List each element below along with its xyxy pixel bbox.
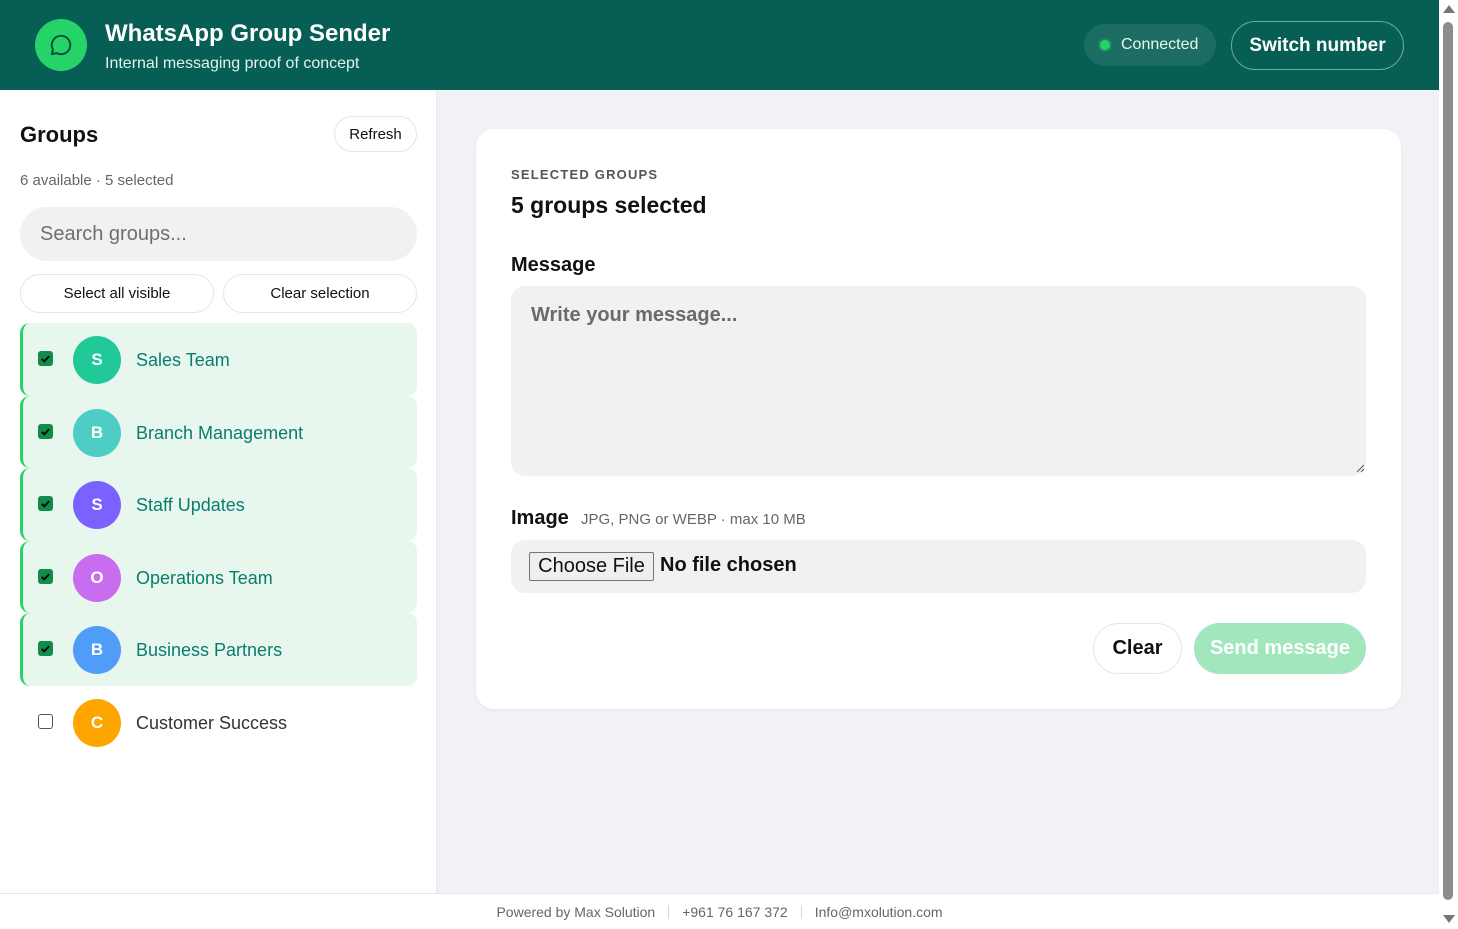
group-item[interactable]: S Sales Team [20,323,417,396]
app-title: WhatsApp Group Sender [105,20,391,47]
switch-number-button[interactable]: Switch number [1231,21,1404,70]
group-avatar: O [73,553,121,602]
groups-title: Groups [20,122,99,147]
page-scrollbar[interactable] [1439,0,1458,929]
group-avatar: B [73,626,121,674]
app-subtitle: Internal messaging proof of concept [105,55,360,72]
groups-sidebar: Groups Refresh 6 available · 5 selected … [0,90,437,893]
group-item[interactable]: B Business Partners [20,613,417,686]
resize-handle-icon[interactable] [1355,463,1365,473]
send-message-button[interactable]: Send message [1194,623,1366,674]
message-textarea[interactable] [511,286,1366,476]
clear-selection-button[interactable]: Clear selection [223,274,417,313]
group-checkbox[interactable] [38,641,53,656]
group-avatar: C [73,698,121,747]
footer-phone: +961 76 167 372 [682,903,788,920]
status-text: Connected [1121,36,1199,53]
group-item[interactable]: O Operations Team [20,540,417,613]
group-checkbox[interactable] [38,496,53,511]
message-label: Message [511,254,596,276]
status-dot-icon [1100,40,1110,50]
group-name: Staff Updates [136,495,245,515]
group-item[interactable]: S Staff Updates [20,468,417,541]
search-groups-input[interactable] [20,207,417,261]
footer-divider [800,904,802,919]
group-checkbox[interactable] [38,713,53,729]
file-input-field: Choose File No file chosen [511,540,1366,593]
image-label: Image [511,507,569,529]
scroll-down-arrow-icon[interactable] [1443,915,1455,923]
group-checkbox[interactable] [38,568,53,584]
groups-count: 6 available · 5 selected [20,172,174,189]
clear-button[interactable]: Clear [1093,623,1182,674]
image-hint: JPG, PNG or WEBP · max 10 MB [581,511,806,528]
select-all-visible-button[interactable]: Select all visible [20,274,214,313]
group-list: S Sales Team B Branch Management S Staff Upda… [20,323,417,758]
app-header: WhatsApp Group Sender Internal messaging… [0,0,1439,90]
group-name: Branch Management [136,422,304,443]
footer-powered-by: Powered by Max Solution [496,903,656,920]
group-checkbox[interactable] [38,351,53,366]
scroll-thumb[interactable] [1443,22,1453,900]
selected-groups-label: SELECTED GROUPS [511,167,659,182]
connection-status-badge: Connected [1084,24,1216,66]
footer-email: Info@mxolution.com [814,903,943,920]
group-name: Business Partners [136,640,283,660]
refresh-button[interactable]: Refresh [334,116,417,152]
group-item[interactable]: B Branch Management [20,395,417,468]
group-item[interactable]: C Customer Success [20,686,417,759]
compose-card: SELECTED GROUPS 5 groups selected Messag… [476,129,1401,709]
footer-divider [668,904,670,919]
selected-groups-count: 5 groups selected [511,192,707,218]
group-avatar: S [73,481,121,529]
chat-bubble-icon [35,19,87,71]
group-avatar: B [73,408,121,457]
group-name: Operations Team [136,567,273,588]
group-name: Sales Team [136,350,230,370]
group-avatar: S [73,336,121,384]
scroll-up-arrow-icon[interactable] [1443,5,1455,13]
footer: Powered by Max Solution +961 76 167 372 … [0,893,1439,929]
choose-file-button[interactable]: Choose File [529,552,654,581]
file-status-text: No file chosen [660,554,797,576]
group-checkbox[interactable] [38,423,53,439]
group-name: Customer Success [136,712,288,733]
